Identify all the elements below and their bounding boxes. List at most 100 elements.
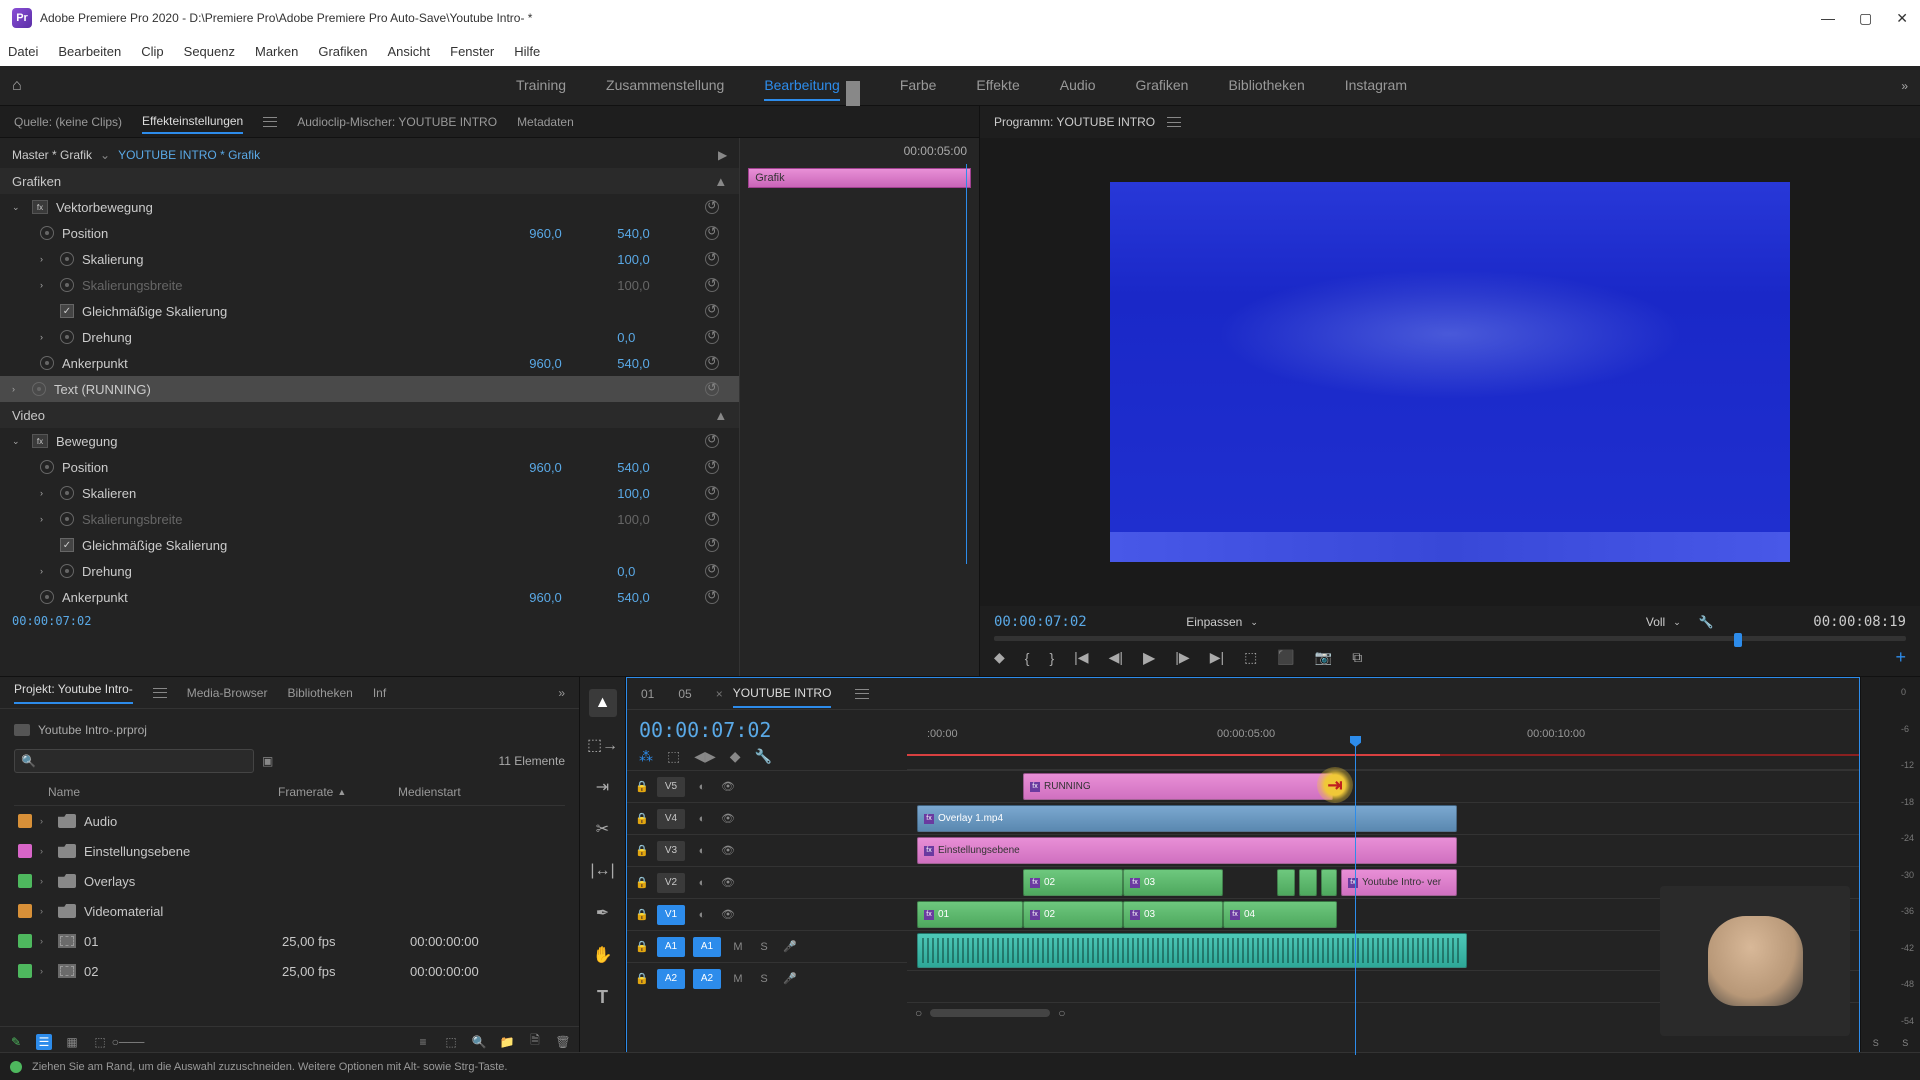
project-row[interactable]: ›0225,00 fps00:00:00:00 bbox=[14, 956, 565, 986]
eye-icon[interactable]: 👁 bbox=[719, 779, 737, 795]
close-seq-icon[interactable]: × bbox=[716, 687, 723, 701]
col-framerate[interactable]: Framerate▲ bbox=[278, 785, 398, 799]
sort-icon[interactable]: ≡ bbox=[415, 1034, 431, 1050]
menu-ansicht[interactable]: Ansicht bbox=[387, 44, 430, 59]
ws-overflow-icon[interactable]: » bbox=[1901, 79, 1908, 93]
effect-text-running[interactable]: ›Text (RUNNING) bbox=[0, 376, 739, 402]
lift-button[interactable]: ⬚ bbox=[1244, 649, 1257, 666]
stopwatch-icon[interactable] bbox=[40, 460, 54, 474]
reset-icon[interactable] bbox=[705, 434, 719, 448]
ws-bibliotheken[interactable]: Bibliotheken bbox=[1228, 71, 1304, 101]
col-medienstart[interactable]: Medienstart bbox=[398, 785, 561, 799]
menu-marken[interactable]: Marken bbox=[255, 44, 298, 59]
menu-fenster[interactable]: Fenster bbox=[450, 44, 494, 59]
voiceover-icon[interactable]: 🎤 bbox=[781, 971, 799, 987]
track-target[interactable]: V4 bbox=[657, 809, 685, 829]
source-patch[interactable]: A1 bbox=[657, 937, 685, 957]
tab-inf[interactable]: Inf bbox=[373, 686, 386, 700]
expand-arrow-icon[interactable]: › bbox=[40, 846, 50, 856]
tab-audioclip-mischer[interactable]: Audioclip-Mischer: YOUTUBE INTRO bbox=[297, 111, 497, 133]
panel-menu-icon[interactable] bbox=[153, 688, 167, 698]
sync-lock-icon[interactable]: ◐ bbox=[693, 779, 711, 795]
sync-lock-icon[interactable]: ◐ bbox=[693, 875, 711, 891]
program-scrubber[interactable] bbox=[994, 636, 1906, 641]
go-to-in-button[interactable]: |◀ bbox=[1074, 649, 1088, 666]
track-header-a2[interactable]: 🔒A2A2MS🎤 bbox=[627, 962, 907, 994]
stopwatch-icon[interactable] bbox=[40, 356, 54, 370]
timeline-playhead[interactable] bbox=[1355, 742, 1356, 1055]
clip-audio[interactable] bbox=[917, 933, 1467, 968]
reset-icon[interactable] bbox=[705, 304, 719, 318]
seq-menu-icon[interactable] bbox=[855, 689, 869, 699]
add-button[interactable]: + bbox=[1895, 647, 1906, 668]
chevron-down-icon[interactable]: ⌄ bbox=[1250, 617, 1258, 628]
sync-lock-icon[interactable]: ◐ bbox=[693, 843, 711, 859]
ws-training[interactable]: Training bbox=[516, 71, 566, 101]
clip-v2-04b[interactable] bbox=[1299, 869, 1317, 896]
home-icon[interactable]: ⌂ bbox=[12, 77, 22, 95]
track-header-v1[interactable]: 🔒V1◐👁 bbox=[627, 898, 907, 930]
track-v4-lane[interactable]: fxOverlay 1.mp4 bbox=[907, 802, 1859, 834]
mark-out-button[interactable]: } bbox=[1049, 650, 1054, 666]
project-row[interactable]: ›Audio bbox=[14, 806, 565, 836]
reset-icon[interactable] bbox=[705, 564, 719, 578]
lock-icon[interactable]: 🔒 bbox=[635, 876, 649, 890]
ws-audio[interactable]: Audio bbox=[1060, 71, 1096, 101]
reset-icon[interactable] bbox=[705, 356, 719, 370]
find-icon[interactable]: 🔍 bbox=[471, 1034, 487, 1050]
overflow-icon[interactable]: » bbox=[558, 686, 565, 700]
mute-toggle[interactable]: M bbox=[729, 939, 747, 955]
collapse-icon[interactable]: ▲ bbox=[714, 408, 727, 423]
track-target[interactable]: V1 bbox=[657, 905, 685, 925]
seq-tab-01[interactable]: 01 bbox=[641, 687, 654, 701]
expand-arrow-icon[interactable]: › bbox=[40, 876, 50, 886]
stopwatch-icon[interactable] bbox=[60, 330, 74, 344]
razor-tool[interactable]: ✂ bbox=[589, 815, 617, 843]
automate-icon[interactable]: ⬚ bbox=[443, 1034, 459, 1050]
add-marker-button[interactable]: ◆ bbox=[994, 649, 1005, 666]
ws-menu-icon[interactable] bbox=[846, 81, 860, 91]
clip-v2-04a[interactable] bbox=[1277, 869, 1295, 896]
track-header-v2[interactable]: 🔒 V2 ◐ 👁 bbox=[627, 866, 907, 898]
clip-overlay1[interactable]: fxOverlay 1.mp4 bbox=[917, 805, 1457, 832]
expand-arrow-icon[interactable]: › bbox=[40, 816, 50, 826]
track-target[interactable]: V2 bbox=[657, 873, 685, 893]
clip-v1-02[interactable]: fx02 bbox=[1023, 901, 1123, 928]
program-current-time[interactable]: 00:00:07:02 bbox=[994, 614, 1087, 630]
project-search-input[interactable] bbox=[42, 754, 247, 768]
clip-v1-03[interactable]: fx03 bbox=[1123, 901, 1223, 928]
freeform-view-icon[interactable]: ⬚ bbox=[92, 1034, 108, 1050]
menu-clip[interactable]: Clip bbox=[141, 44, 163, 59]
zoom-slider[interactable]: ○─── bbox=[120, 1034, 136, 1050]
slip-tool[interactable]: |↔| bbox=[589, 857, 617, 885]
effect-timeline-clip[interactable]: Grafik bbox=[748, 168, 971, 188]
track-target[interactable]: V3 bbox=[657, 841, 685, 861]
reset-icon[interactable] bbox=[705, 252, 719, 266]
seq-tab-youtube-intro[interactable]: YOUTUBE INTRO bbox=[733, 680, 832, 708]
clip-v2-04c[interactable] bbox=[1321, 869, 1337, 896]
effect-keyframe-timeline[interactable]: 00:00:05:00 Grafik bbox=[739, 138, 979, 676]
settings-icon[interactable]: 🔧 bbox=[755, 748, 772, 765]
zoom-out-icon[interactable]: ○ bbox=[915, 1006, 922, 1020]
menu-bearbeiten[interactable]: Bearbeiten bbox=[58, 44, 121, 59]
stopwatch-icon[interactable] bbox=[40, 590, 54, 604]
scrub-playhead[interactable] bbox=[1734, 633, 1742, 647]
icon-view-icon[interactable]: ▦ bbox=[64, 1034, 80, 1050]
stopwatch-icon[interactable] bbox=[40, 226, 54, 240]
timeline-timecode[interactable]: 00:00:07:02 bbox=[639, 718, 895, 742]
eye-icon[interactable]: 👁 bbox=[719, 875, 737, 891]
clip-v2-03[interactable]: fx03 bbox=[1123, 869, 1223, 896]
solo-left[interactable]: S bbox=[1873, 1038, 1879, 1048]
checkbox-gleichmaessig2[interactable]: ✓ bbox=[60, 538, 74, 552]
reset-icon[interactable] bbox=[705, 278, 719, 292]
lock-icon[interactable]: 🔒 bbox=[635, 844, 649, 858]
eye-icon[interactable]: 👁 bbox=[719, 811, 737, 827]
track-target[interactable]: V5 bbox=[657, 777, 685, 797]
stopwatch-icon[interactable] bbox=[60, 564, 74, 578]
reset-icon[interactable] bbox=[705, 486, 719, 500]
tab-projekt[interactable]: Projekt: Youtube Intro- bbox=[14, 682, 133, 704]
mark-in-button[interactable]: { bbox=[1025, 650, 1030, 666]
track-v5-lane[interactable]: fxRUNNING bbox=[907, 770, 1859, 802]
expand-arrow-icon[interactable]: › bbox=[40, 936, 50, 946]
solo-toggle[interactable]: S bbox=[755, 939, 773, 955]
